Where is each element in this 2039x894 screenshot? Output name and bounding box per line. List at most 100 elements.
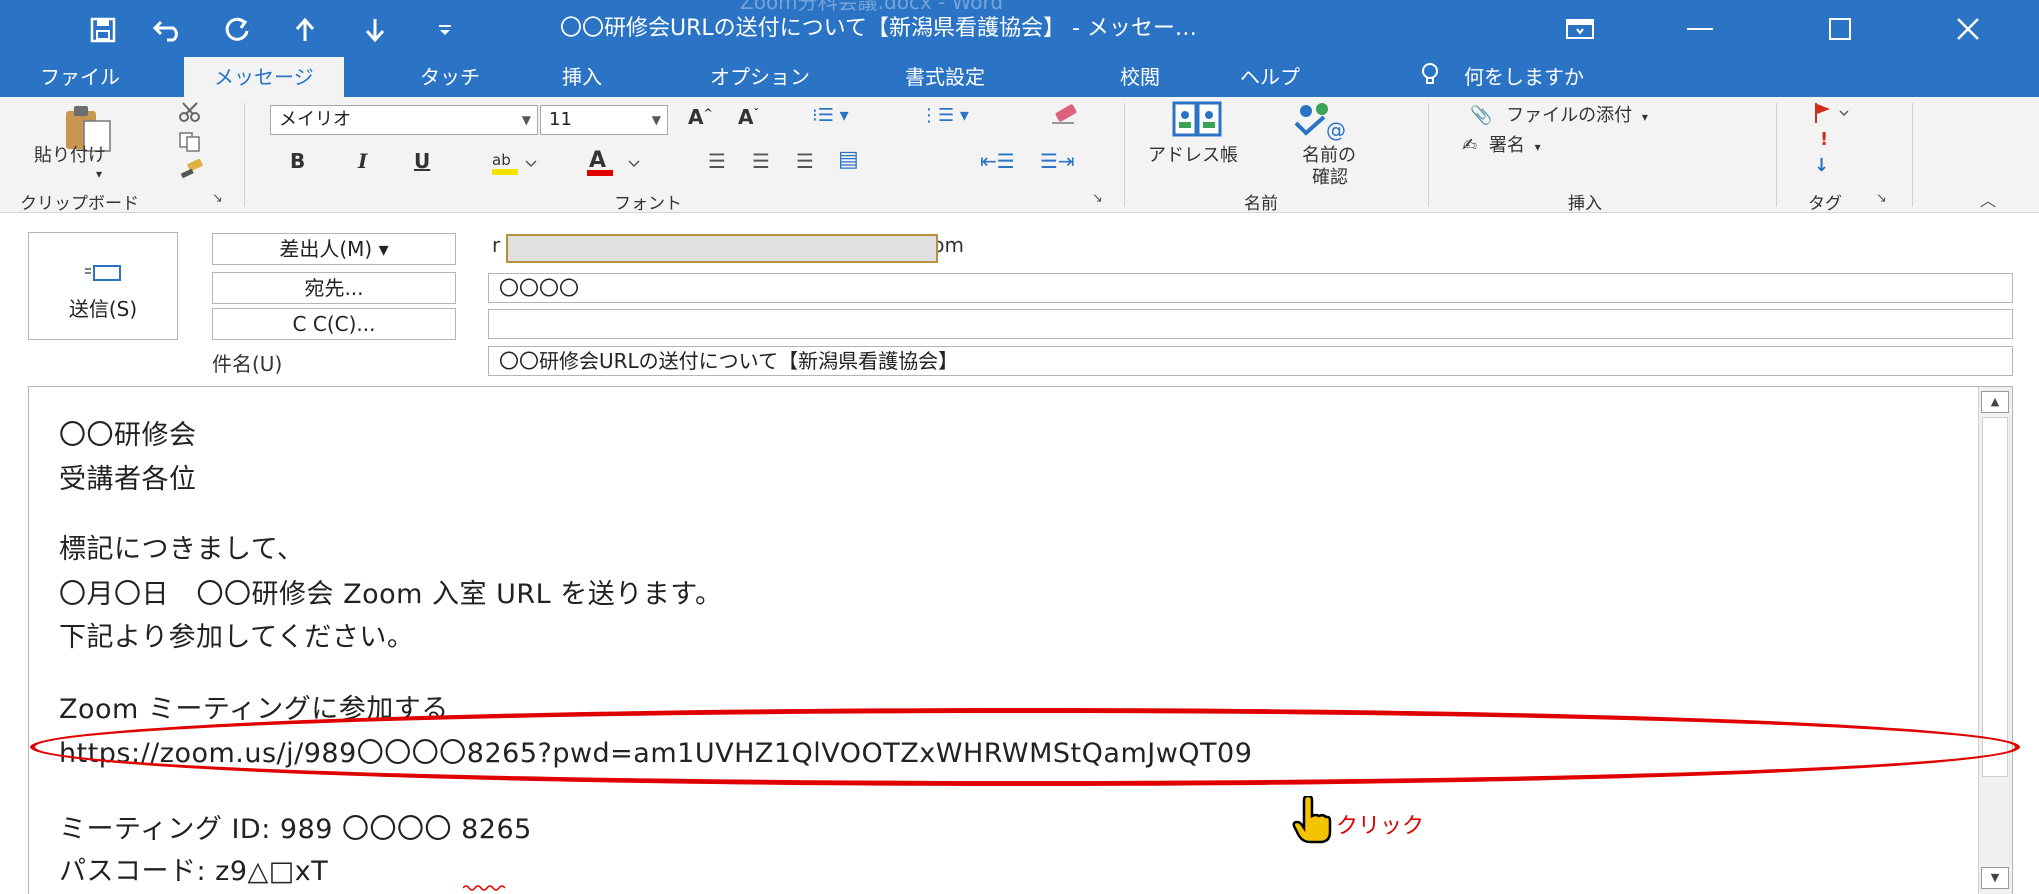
- address-book-icon[interactable]: [1172, 101, 1222, 144]
- shrink-font-icon[interactable]: Aˇ: [738, 105, 759, 129]
- down-arrow-icon[interactable]: [350, 8, 400, 52]
- to-field[interactable]: 〇〇〇〇: [488, 273, 2013, 303]
- bold-button[interactable]: B: [290, 149, 305, 173]
- ribbon-tab-bar: ファイル メッセージ タッチ 挿入 オプション 書式設定 校閲 ヘルプ 何をしま…: [0, 57, 2039, 97]
- subject-label: 件名(U): [212, 352, 283, 376]
- up-arrow-icon[interactable]: [280, 8, 330, 52]
- signature-dropdown-icon: ▾: [1534, 140, 1541, 154]
- click-annotation-label: クリック: [1336, 814, 1425, 839]
- body-line-date: 〇月〇日 〇〇研修会 Zoom 入室 URL を送ります。: [59, 579, 723, 610]
- send-label: 送信(S): [68, 297, 138, 321]
- high-importance-icon[interactable]: !: [1820, 129, 1828, 150]
- paste-button[interactable]: 貼り付け: [34, 141, 106, 167]
- cc-button[interactable]: C C(C)...: [212, 308, 456, 340]
- signature-label: 署名: [1488, 135, 1525, 156]
- align-center-icon[interactable]: ☰: [752, 149, 770, 173]
- font-name-combo[interactable]: メイリオ ▼: [270, 105, 538, 135]
- low-importance-icon[interactable]: ↓: [1814, 155, 1829, 176]
- svg-text:@: @: [1326, 118, 1346, 141]
- maximize-icon[interactable]: [1800, 5, 1880, 53]
- svg-text:ab: ab: [492, 151, 511, 169]
- decrease-indent-icon[interactable]: ⇤☰: [980, 149, 1015, 173]
- scroll-up-icon[interactable]: ▲: [1981, 391, 2009, 413]
- scroll-down-icon[interactable]: ▼: [1981, 867, 2009, 889]
- font-size-value: 11: [549, 109, 572, 130]
- clear-formatting-icon[interactable]: [1050, 103, 1080, 130]
- undo-icon[interactable]: [143, 8, 193, 52]
- attach-dropdown-icon: ▾: [1641, 110, 1648, 124]
- subject-field[interactable]: 〇〇研修会URLの送付について【新潟県看護協会】: [488, 346, 2013, 376]
- address-book-label[interactable]: アドレス帳: [1148, 141, 1238, 167]
- cc-field[interactable]: [488, 309, 2013, 339]
- group-divider: [1776, 103, 1777, 207]
- window-title: 〇〇研修会URLの送付について【新潟県看護協会】 - メッセー…: [560, 16, 1197, 41]
- grow-font-icon[interactable]: A^: [688, 105, 713, 129]
- check-names-label-2[interactable]: 確認: [1312, 163, 1348, 189]
- redo-icon[interactable]: [213, 8, 263, 52]
- tell-me-box[interactable]: 何をしますか: [1420, 57, 1584, 97]
- group-divider: [244, 103, 245, 207]
- customize-icon[interactable]: [420, 8, 470, 52]
- tab-file[interactable]: ファイル: [40, 57, 120, 97]
- bullets-icon[interactable]: ⁝☰ ▾: [812, 105, 849, 126]
- increase-indent-icon[interactable]: ☰⇥: [1040, 149, 1075, 173]
- vertical-scrollbar[interactable]: ▲ ▼: [1978, 387, 2012, 894]
- send-button[interactable]: 送信(S): [28, 232, 178, 340]
- justify-icon[interactable]: ▤: [838, 147, 859, 172]
- paste-dropdown-icon[interactable]: ▾: [96, 167, 102, 181]
- highlight-color-icon[interactable]: ab: [490, 149, 542, 182]
- redacted-sender-address: [506, 234, 938, 263]
- svg-text:A: A: [589, 148, 606, 173]
- font-name-value: メイリオ: [279, 109, 351, 130]
- tab-message[interactable]: メッセージ: [184, 57, 344, 97]
- body-line-course-name: 〇〇研修会: [59, 420, 197, 451]
- underline-button[interactable]: U: [414, 149, 430, 173]
- font-launcher-icon[interactable]: ↘: [1092, 191, 1103, 206]
- restore-ribbon-icon[interactable]: [1540, 5, 1620, 53]
- spelling-error-underline: [463, 885, 505, 891]
- check-names-icon[interactable]: @: [1292, 101, 1350, 146]
- align-right-icon[interactable]: ☰: [796, 149, 814, 173]
- body-line-intro: 標記につきまして、: [59, 534, 305, 565]
- message-body[interactable]: 〇〇研修会 受講者各位 標記につきまして、 〇月〇日 〇〇研修会 Zoom 入室…: [28, 386, 2013, 894]
- font-size-combo[interactable]: 11 ▼: [540, 105, 668, 135]
- cut-icon[interactable]: [178, 101, 202, 128]
- numbering-icon[interactable]: ⋮☰ ▾: [920, 105, 969, 126]
- attach-file-button[interactable]: 📎 ファイルの添付 ▾: [1470, 101, 1648, 127]
- close-icon[interactable]: [1928, 5, 2008, 53]
- group-divider: [1124, 103, 1125, 207]
- attach-file-label: ファイルの添付: [1506, 105, 1633, 126]
- format-painter-icon[interactable]: [178, 158, 204, 186]
- tags-launcher-icon[interactable]: ↘: [1876, 191, 1887, 206]
- lightbulb-icon: [1420, 59, 1440, 99]
- follow-up-flag-icon[interactable]: [1812, 101, 1852, 130]
- clipboard-group-label: クリップボード: [20, 194, 139, 214]
- italic-button[interactable]: I: [358, 149, 367, 173]
- collapse-ribbon-icon[interactable]: ︿: [1980, 187, 1996, 211]
- tab-review[interactable]: 校閲: [1120, 57, 1160, 97]
- tab-format-text[interactable]: 書式設定: [905, 57, 985, 97]
- tab-insert[interactable]: 挿入: [562, 57, 602, 97]
- from-button[interactable]: 差出人(M) ▾: [212, 233, 456, 265]
- tab-help[interactable]: ヘルプ: [1240, 57, 1300, 97]
- save-icon[interactable]: [78, 8, 128, 52]
- from-value-prefix: r: [492, 233, 501, 257]
- include-group-label: 挿入: [1568, 194, 1602, 214]
- tab-options[interactable]: オプション: [710, 57, 810, 97]
- body-line-passcode: パスコード: z9△□xT: [59, 856, 329, 887]
- scrollbar-thumb[interactable]: [1982, 417, 2008, 777]
- align-left-icon[interactable]: ☰: [708, 149, 726, 173]
- send-icon: [85, 263, 125, 285]
- group-divider: [1912, 103, 1913, 207]
- copy-icon[interactable]: [178, 131, 202, 158]
- minimize-icon[interactable]: [1660, 5, 1740, 53]
- to-button[interactable]: 宛先...: [212, 272, 456, 304]
- font-color-icon[interactable]: A: [585, 147, 649, 182]
- font-group-label: フォント: [614, 194, 682, 214]
- clipboard-launcher-icon[interactable]: ↘: [212, 191, 223, 206]
- title-bar: Zoom分科会議.docx - Word 〇〇研修会URLの送付について【新潟県…: [0, 0, 2039, 57]
- tab-touch[interactable]: タッチ: [420, 57, 480, 97]
- hand-pointer-icon: [1292, 794, 1332, 848]
- tags-group-label: タグ: [1808, 194, 1842, 214]
- signature-button[interactable]: ✍ 署名 ▾: [1462, 131, 1541, 157]
